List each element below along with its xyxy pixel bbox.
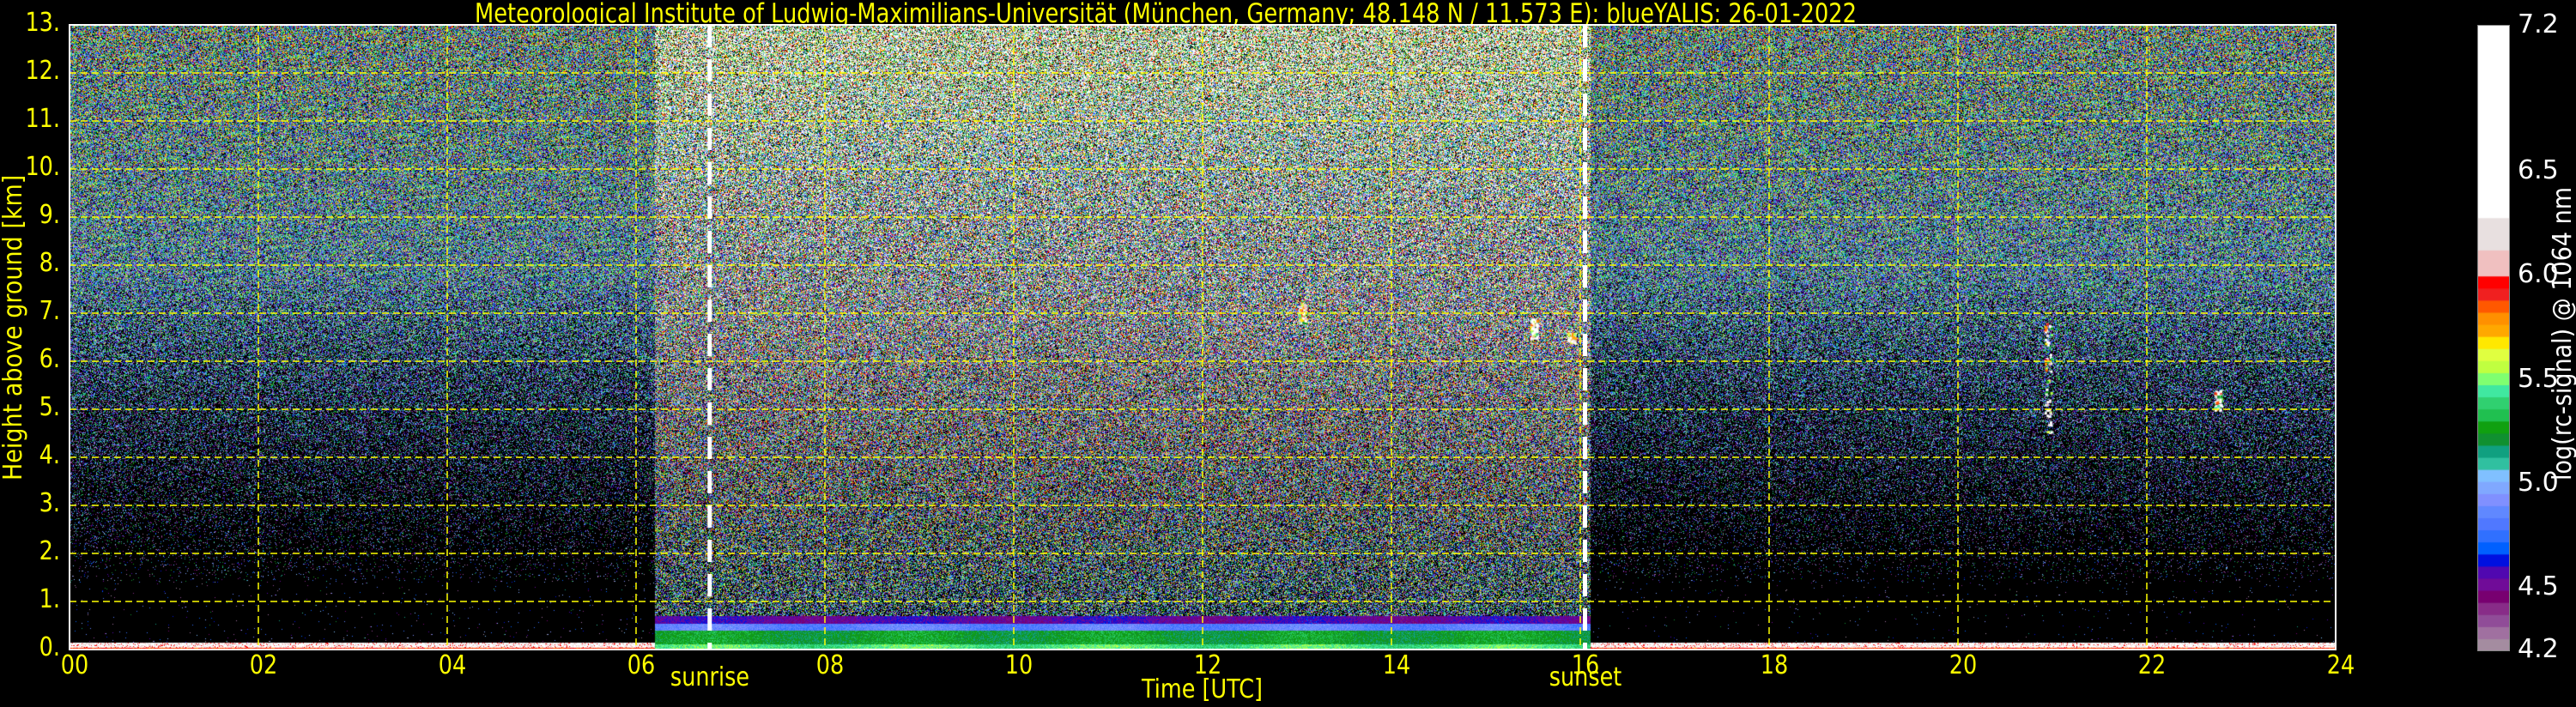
x-tick-label: 06 [627,650,656,680]
y-tick-label: 11. [25,104,60,134]
y-tick-label: 13. [25,8,60,38]
x-tick-label: 10 [1004,650,1033,680]
sunrise-label: sunrise [670,662,749,692]
x-axis-label: Time [UTC] [1142,674,1263,704]
sunset-label: sunset [1549,662,1621,692]
y-tick-label: 1. [39,584,60,614]
y-tick-label: 3. [39,488,60,518]
x-tick-label: 18 [1760,650,1789,680]
x-tick-label: 20 [1949,650,1978,680]
plot-area [69,24,2337,650]
x-tick-label: 14 [1382,650,1411,680]
x-tick-label: 08 [815,650,845,680]
colorbar-tick-label: 4.2 [2518,634,2559,664]
x-tick-label: 24 [2326,650,2355,680]
y-tick-label: 12. [25,56,60,86]
x-tick-label: 02 [249,650,278,680]
y-tick-label: 0. [39,632,60,662]
colorbar-tick-label: 4.5 [2518,571,2559,602]
grid-overlay [69,24,2337,650]
y-tick-label: 2. [39,536,60,566]
colorbar-tick-label: 6.5 [2518,154,2559,185]
x-tick-label: 00 [60,650,89,680]
y-axis-label: Height above ground [km] [0,174,28,480]
x-tick-label: 22 [2137,650,2167,680]
colorbar [2477,25,2510,651]
x-tick-label: 04 [438,650,467,680]
colorbar-label: log(rc-signal) @ 1064 nm [2548,186,2576,481]
colorbar-tick-label: 7.2 [2518,9,2559,39]
